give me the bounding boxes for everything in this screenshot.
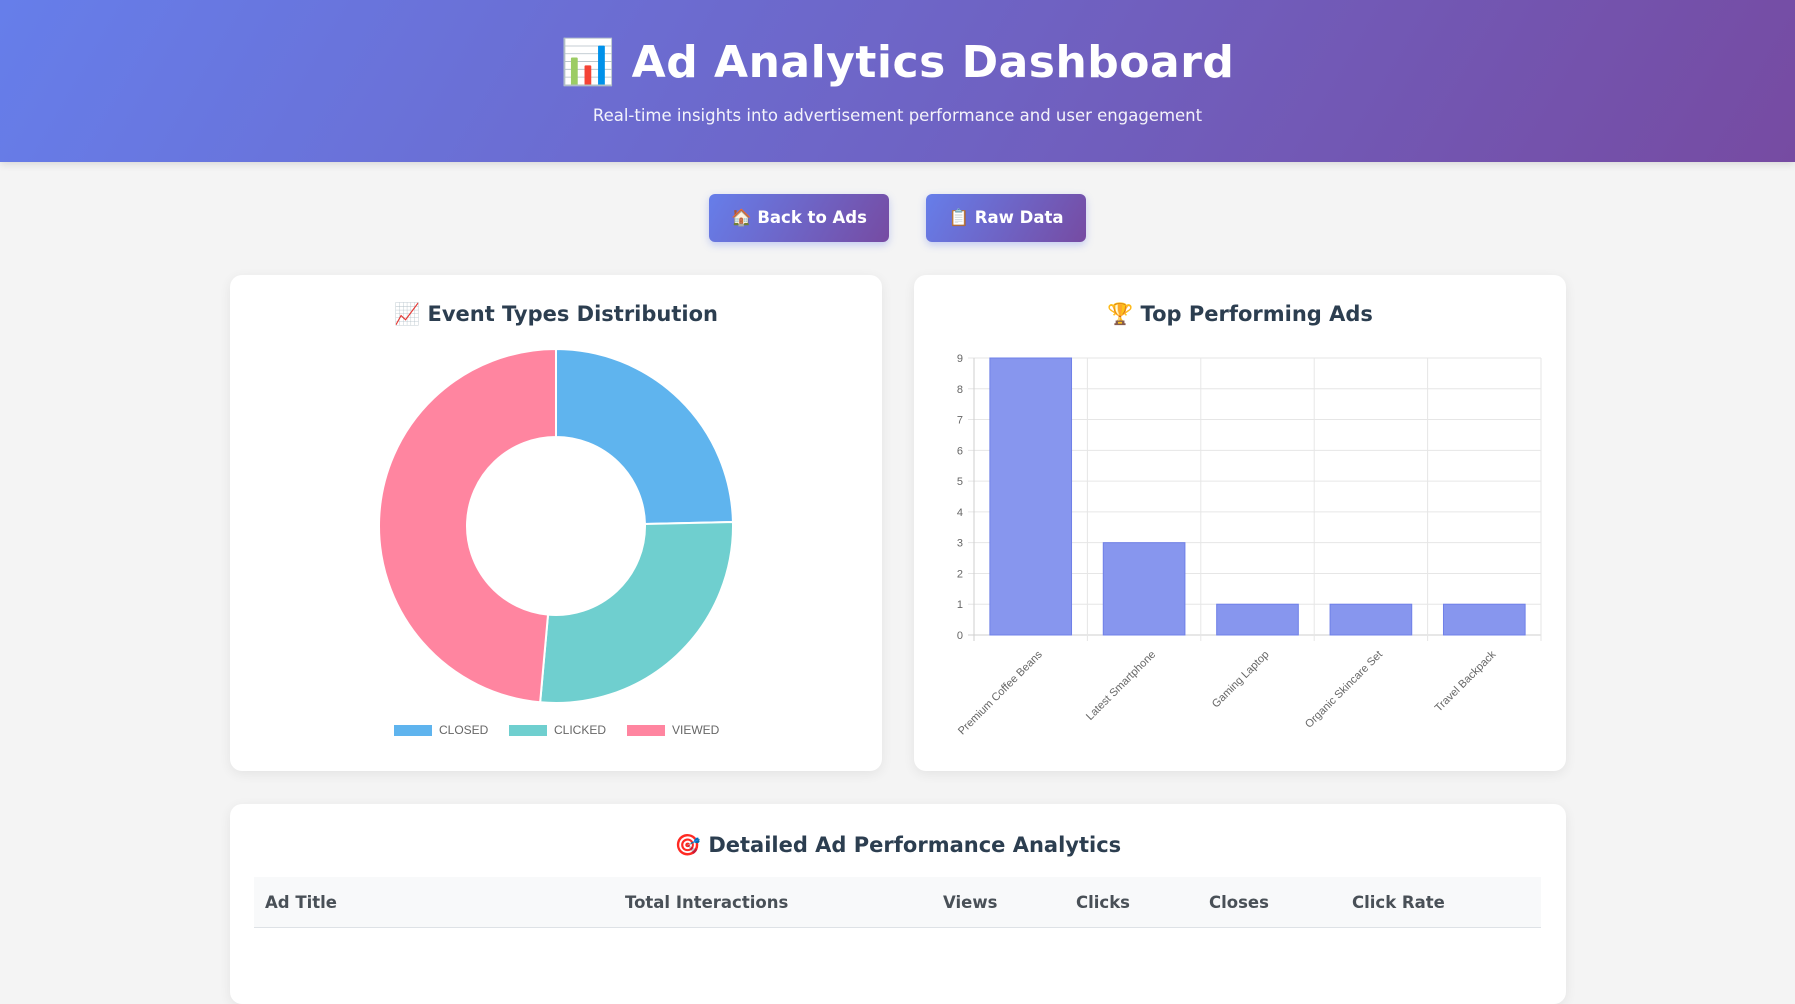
page-title: 📊 Ad Analytics Dashboard [560, 37, 1235, 88]
legend-item-clicked[interactable]: CLICKED [509, 723, 606, 737]
top-ads-title: 🏆 Top Performing Ads [1107, 302, 1373, 326]
column-header-total-interactions[interactable]: Total Interactions [614, 877, 932, 928]
raw-data-button[interactable]: 📋 Raw Data [926, 194, 1086, 242]
legend-swatch-closed [394, 724, 432, 736]
detailed-performance-title: 🎯 Detailed Ad Performance Analytics [674, 833, 1122, 857]
column-header-click-rate[interactable]: Click Rate [1341, 877, 1541, 928]
dashboard-header: 📊 Ad Analytics Dashboard Real-time insig… [0, 0, 1795, 162]
legend-swatch-clicked [509, 724, 547, 736]
legend-label-closed: CLOSED [439, 723, 489, 737]
column-header-closes[interactable]: Closes [1198, 877, 1341, 928]
legend-item-closed[interactable]: CLOSED [394, 723, 488, 737]
event-types-card: 📈 Event Types Distribution [230, 275, 882, 771]
legend-label-viewed: VIEWED [672, 723, 720, 737]
column-header-views[interactable]: Views [932, 877, 1065, 928]
legend-label-clicked: CLICKED [554, 723, 607, 737]
legend-swatch-viewed [627, 724, 665, 736]
back-to-ads-button[interactable]: 🏠 Back to Ads [709, 194, 889, 242]
event-types-title: 📈 Event Types Distribution [394, 302, 718, 326]
column-header-clicks[interactable]: Clicks [1065, 877, 1198, 928]
table-header-row: Ad Title Total Interactions Views Clicks… [254, 877, 1541, 928]
legend-item-viewed[interactable]: VIEWED [627, 723, 719, 737]
page-subtitle: Real-time insights into advertisement pe… [592, 106, 1203, 125]
top-ads-card: 🏆 Top Performing Ads [914, 275, 1566, 771]
column-header-ad-title[interactable]: Ad Title [254, 877, 614, 928]
ad-performance-table: Ad Title Total Interactions Views Clicks… [254, 877, 1541, 928]
